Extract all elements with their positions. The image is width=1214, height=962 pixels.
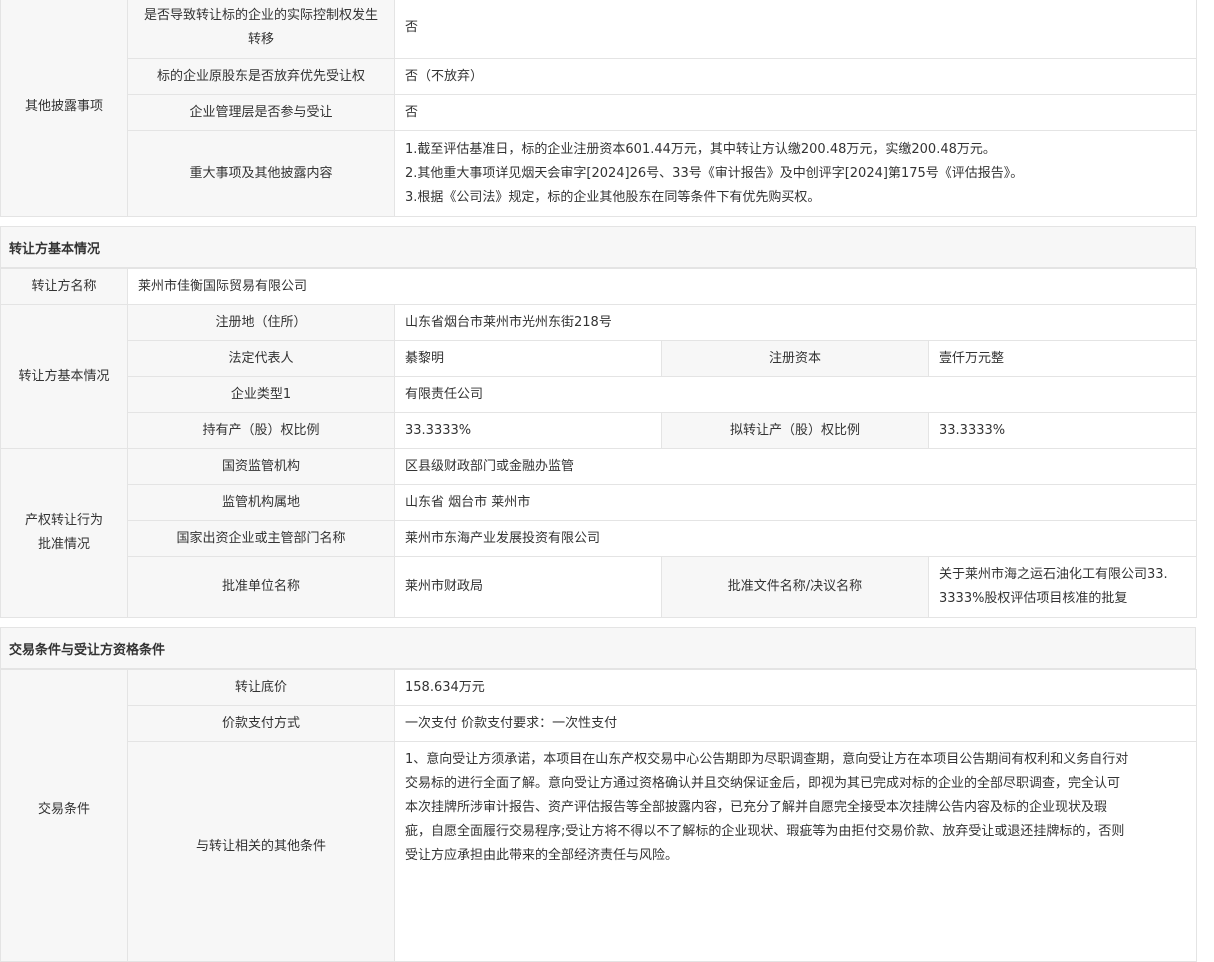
regulator-region-label: 监管机构属地 <box>127 484 395 521</box>
transferor-section-header: 转让方基本情况 <box>0 226 1196 268</box>
payment-method-label: 价款支付方式 <box>127 705 395 742</box>
preemptive-right-value: 否（不放弃） <box>394 58 1197 95</box>
control-transfer-value: 否 <box>394 0 1197 59</box>
conditions-group-label: 交易条件 <box>0 669 128 962</box>
transfer-ratio-label: 拟转让产（股）权比例 <box>661 412 929 449</box>
other-conditions-line: 受让方应承担由此带来的全部经济责任与风险。 <box>405 848 679 863</box>
preemptive-right-label: 标的企业原股东是否放弃优先受让权 <box>127 58 395 95</box>
conditions-table: 交易条件 转让底价 158.634万元 价款支付方式 一次支付 价款支付要求：一… <box>0 669 1197 962</box>
company-type-label: 企业类型1 <box>127 376 395 413</box>
reg-address-value: 山东省烟台市莱州市光州东街218号 <box>393 304 1198 341</box>
other-conditions-value: 1、意向受让方须承诺，本项目在山东产权交易中心公告期即为尽职调查期，意向受让方在… <box>394 741 1197 962</box>
approval-doc-line: 关于莱州市海之运石油化工有限公司33. <box>939 567 1168 582</box>
approval-doc-label: 批准文件名称/决议名称 <box>661 556 929 618</box>
major-matters-line: 3.根据《公司法》规定，标的企业其他股东在同等条件下有优先购买权。 <box>405 189 821 205</box>
base-price-value: 158.634万元 <box>394 669 1197 706</box>
management-participation-label: 企业管理层是否参与受让 <box>127 94 395 131</box>
approval-group-line: 批准情况 <box>37 537 90 552</box>
transferor-name-value: 莱州市佳衡国际贸易有限公司 <box>126 268 1198 305</box>
parent-entity-label: 国家出资企业或主管部门名称 <box>127 520 395 557</box>
company-type-value: 有限责任公司 <box>393 376 1198 413</box>
parent-entity-value: 莱州市东海产业发展投资有限公司 <box>393 520 1198 557</box>
other-conditions-label: 与转让相关的其他条件 <box>127 741 395 962</box>
regulator-label: 国资监管机构 <box>127 448 395 485</box>
transferor-table: 转让方名称 莱州市佳衡国际贸易有限公司 转让方基本情况 注册地（住所） 山东省烟… <box>0 268 1198 618</box>
hold-ratio-value: 33.3333% <box>394 412 662 449</box>
transferor-name-label: 转让方名称 <box>0 268 128 305</box>
transfer-ratio-value: 33.3333% <box>927 412 1198 449</box>
conditions-section-header: 交易条件与受让方资格条件 <box>0 627 1196 669</box>
other-conditions-line: 1、意向受让方须承诺，本项目在山东产权交易中心公告期即为尽职调查期，意向受让方在… <box>405 752 1129 767</box>
other-conditions-line: 交易标的进行全面了解。意向受让方通过资格确认并且交纳保证金后，即视为其已完成对标… <box>405 776 1121 791</box>
base-price-label: 转让底价 <box>127 669 395 706</box>
approval-unit-value: 莱州市财政局 <box>394 556 662 618</box>
control-transfer-label: 是否导致转让标的企业的实际控制权发生转移 <box>127 0 395 59</box>
approval-group-line: 产权转让行为 <box>24 513 103 528</box>
hold-ratio-label: 持有产（股）权比例 <box>127 412 395 449</box>
reg-capital-label: 注册资本 <box>661 340 929 377</box>
regulator-region-value: 山东省 烟台市 莱州市 <box>393 484 1198 521</box>
management-participation-value: 否 <box>394 94 1197 131</box>
approval-group-label: 产权转让行为 批准情况 <box>0 448 128 618</box>
reg-address-label: 注册地（住所） <box>127 304 395 341</box>
major-matters-label: 重大事项及其他披露内容 <box>127 130 395 217</box>
approval-doc-value: 关于莱州市海之运石油化工有限公司33. 3333%股权评估项目核准的批复 <box>927 556 1198 618</box>
major-matters-line: 2.其他重大事项详见烟天会审字[2024]26号、33号《审计报告》及中创评字[… <box>405 165 1024 181</box>
other-disclosure-group-label: 其他披露事项 <box>0 0 128 217</box>
reg-capital-value: 壹仟万元整 <box>927 340 1198 377</box>
other-conditions-line: 本次挂牌所涉审计报告、资产评估报告等全部披露内容，已充分了解并自愿完全接受本次挂… <box>405 800 1108 815</box>
major-matters-value: 1.截至评估基准日，标的企业注册资本601.44万元，其中转让方认缴200.48… <box>394 130 1197 217</box>
major-matters-line: 1.截至评估基准日，标的企业注册资本601.44万元，其中转让方认缴200.48… <box>405 141 996 157</box>
approval-unit-label: 批准单位名称 <box>127 556 395 618</box>
transferor-basic-group-label: 转让方基本情况 <box>0 304 128 449</box>
other-disclosure-table: 其他披露事项 是否导致转让标的企业的实际控制权发生转移 否 标的企业原股东是否放… <box>0 0 1197 217</box>
payment-method-value: 一次支付 价款支付要求：一次性支付 <box>394 705 1197 742</box>
other-conditions-line: 疵，自愿全面履行交易程序;受让方将不得以不了解标的企业现状、瑕疵等为由拒付交易价… <box>405 824 1125 839</box>
approval-doc-line: 3333%股权评估项目核准的批复 <box>939 591 1128 606</box>
legal-rep-label: 法定代表人 <box>127 340 395 377</box>
regulator-value: 区县级财政部门或金融办监管 <box>393 448 1198 485</box>
legal-rep-value: 綦黎明 <box>394 340 662 377</box>
